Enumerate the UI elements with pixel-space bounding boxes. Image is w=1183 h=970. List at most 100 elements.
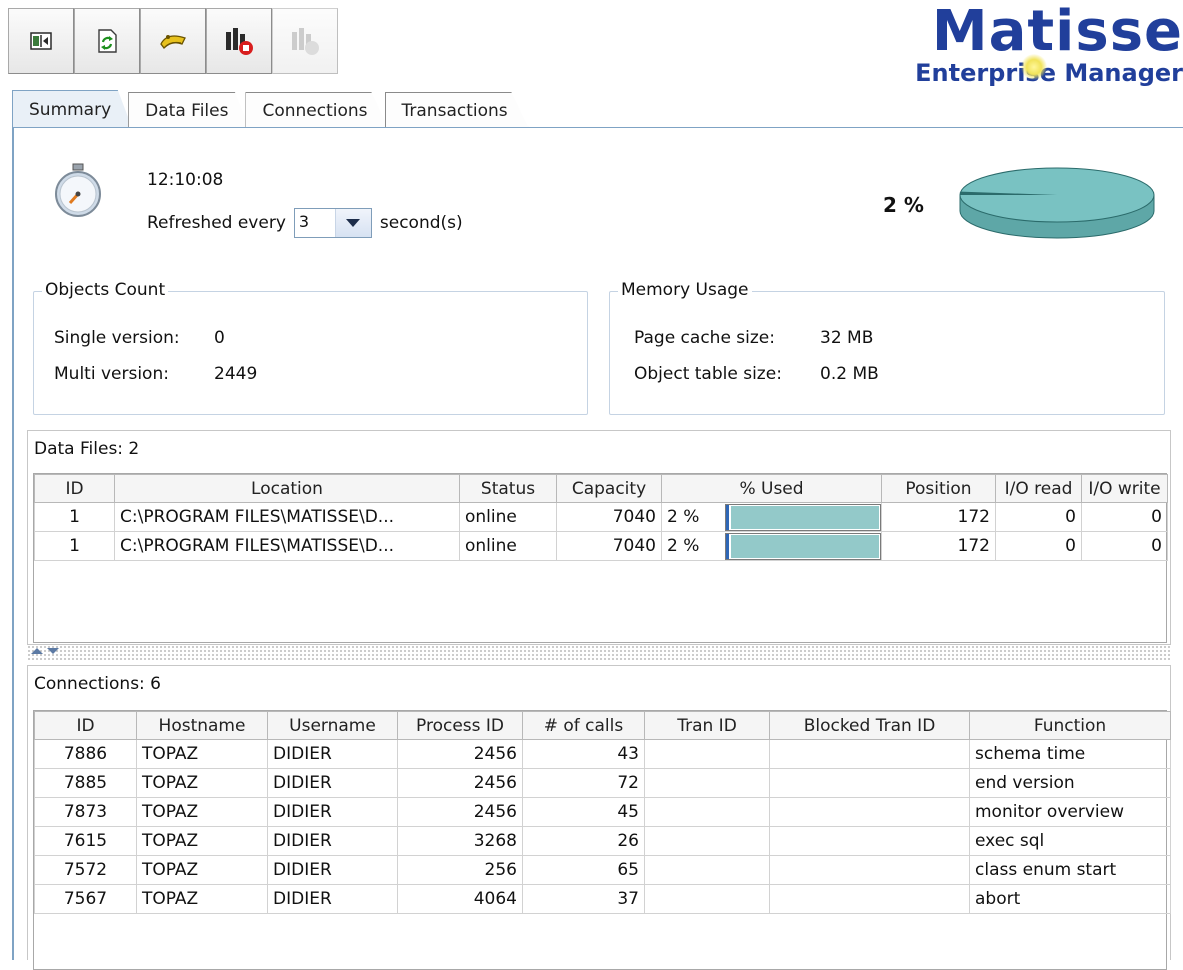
file-capacity: 7040 (556, 502, 662, 532)
column-header-id[interactable]: ID (34, 711, 137, 740)
conn-process-id: 2456 (397, 739, 523, 769)
column-header-tran-id[interactable]: Tran ID (644, 711, 770, 740)
file-location: C:\PROGRAM FILES\MATISSE\D... (114, 502, 460, 532)
conn-process-id: 2456 (397, 797, 523, 827)
column-header-function[interactable]: Function (969, 711, 1171, 740)
multi-version-label: Multi version: (54, 364, 169, 384)
conn-blocked-tran-id (769, 826, 970, 856)
conn-process-id: 3268 (397, 826, 523, 856)
conn-process-id: 4064 (397, 884, 523, 914)
collapse-up-icon[interactable] (31, 648, 43, 654)
tab-bar: Summary Data Files Connections Transacti… (12, 90, 529, 128)
table-row[interactable]: 7567 TOPAZ DIDIER 4064 37 abort (34, 884, 1171, 914)
column-header-io-read[interactable]: I/O read (995, 474, 1082, 503)
data-files-title: Data Files: 2 (34, 439, 140, 459)
single-version-label: Single version: (54, 328, 180, 348)
conn-username: DIDIER (267, 855, 398, 885)
column-header-process-id[interactable]: Process ID (397, 711, 523, 740)
refresh-button[interactable] (74, 8, 140, 74)
table-row[interactable]: 7615 TOPAZ DIDIER 3268 26 exec sql (34, 826, 1171, 856)
objects-count-group: Objects Count Single version: 0 Multi ve… (33, 280, 588, 415)
object-table-label: Object table size: (634, 364, 782, 384)
column-header-hostname[interactable]: Hostname (136, 711, 268, 740)
column-header-position[interactable]: Position (881, 474, 996, 503)
page-cache-value: 32 MB (820, 328, 874, 348)
file-used-text: 2 % (667, 507, 700, 527)
table-row[interactable]: 7885 TOPAZ DIDIER 2456 72 end version (34, 768, 1171, 798)
monitor-button[interactable] (206, 8, 272, 74)
file-io-read: 0 (995, 502, 1082, 532)
conn-function: abort (969, 884, 1171, 914)
objects-count-title: Objects Count (42, 280, 169, 300)
tab-summary[interactable]: Summary (12, 90, 133, 128)
conn-function: schema time (969, 739, 1171, 769)
column-header-status[interactable]: Status (459, 474, 557, 503)
table-row[interactable]: 7572 TOPAZ DIDIER 256 65 class enum start (34, 855, 1171, 885)
conn-username: DIDIER (267, 797, 398, 827)
conn-blocked-tran-id (769, 884, 970, 914)
conn-calls: 26 (522, 826, 645, 856)
file-id: 1 (34, 502, 115, 532)
monitor-chart-icon (226, 28, 253, 55)
conn-process-id: 2456 (397, 768, 523, 798)
conn-function: end version (969, 768, 1171, 798)
column-header-io-write[interactable]: I/O write (1081, 474, 1168, 503)
data-files-table-frame: ID Location Status Capacity % Used Posit… (33, 473, 1168, 643)
table-row[interactable]: 1 C:\PROGRAM FILES\MATISSE\D... online 7… (34, 531, 1168, 561)
refresh-interval-select[interactable]: 3 (293, 208, 372, 238)
column-header-capacity[interactable]: Capacity (556, 474, 662, 503)
conn-blocked-tran-id (769, 768, 970, 798)
column-header-calls[interactable]: # of calls (522, 711, 645, 740)
column-header-username[interactable]: Username (267, 711, 398, 740)
file-io-read: 0 (995, 531, 1082, 561)
data-files-table: ID Location Status Capacity % Used Posit… (34, 474, 1168, 561)
conn-id: 7615 (34, 826, 137, 856)
usage-pie-chart (959, 167, 1155, 239)
object-table-value: 0.2 MB (820, 364, 879, 384)
file-id: 1 (34, 531, 115, 561)
column-header-id[interactable]: ID (34, 474, 115, 503)
file-position: 172 (881, 531, 996, 561)
multi-version-value: 2449 (214, 364, 258, 384)
conn-blocked-tran-id (769, 739, 970, 769)
conn-function: class enum start (969, 855, 1171, 885)
monitor-button-disabled[interactable] (272, 8, 338, 74)
conn-id: 7567 (34, 884, 137, 914)
connect-button[interactable] (140, 8, 206, 74)
file-used-bar (725, 503, 881, 531)
table-row[interactable]: 7886 TOPAZ DIDIER 2456 43 schema time (34, 739, 1171, 769)
column-header-blocked-tran-id[interactable]: Blocked Tran ID (769, 711, 970, 740)
conn-calls: 45 (522, 797, 645, 827)
column-header-percent-used[interactable]: % Used (661, 474, 882, 503)
logo-spark (1021, 54, 1047, 80)
conn-hostname: TOPAZ (136, 855, 268, 885)
file-used-bar (725, 532, 881, 560)
connections-section: Connections: 6 ID Hostname Username Proc… (27, 665, 1171, 970)
tab-data-files[interactable]: Data Files (128, 92, 250, 128)
last-refresh-time: 12:10:08 (147, 170, 224, 190)
tab-connections[interactable]: Connections (245, 92, 389, 128)
table-row[interactable]: 1 C:\PROGRAM FILES\MATISSE\D... online 7… (34, 502, 1168, 532)
panel-toggle-icon (30, 32, 52, 50)
table-row[interactable]: 7873 TOPAZ DIDIER 2456 45 monitor overview (34, 797, 1171, 827)
conn-hostname: TOPAZ (136, 884, 268, 914)
data-files-section: Data Files: 2 ID Location Status Capacit… (27, 430, 1171, 645)
memory-usage-group: Memory Usage Page cache size: 32 MB Obje… (609, 280, 1165, 415)
refresh-unit: second(s) (379, 213, 463, 233)
stopwatch-icon (55, 163, 101, 217)
split-divider[interactable] (27, 645, 1171, 661)
column-header-location[interactable]: Location (114, 474, 460, 503)
connections-table-frame: ID Hostname Username Process ID # of cal… (33, 710, 1171, 970)
tab-transactions[interactable]: Transactions (384, 92, 529, 128)
toggle-panel-button[interactable] (8, 8, 74, 74)
collapse-down-icon[interactable] (47, 648, 59, 654)
dropdown-button[interactable] (334, 209, 371, 237)
conn-tran-id (644, 855, 770, 885)
product-logo: Matisse Enterprise Manager (863, 4, 1183, 87)
conn-calls: 37 (522, 884, 645, 914)
file-status: online (459, 531, 557, 561)
connections-title: Connections: 6 (34, 674, 161, 694)
conn-tran-id (644, 826, 770, 856)
conn-calls: 72 (522, 768, 645, 798)
chevron-down-icon (346, 219, 361, 227)
